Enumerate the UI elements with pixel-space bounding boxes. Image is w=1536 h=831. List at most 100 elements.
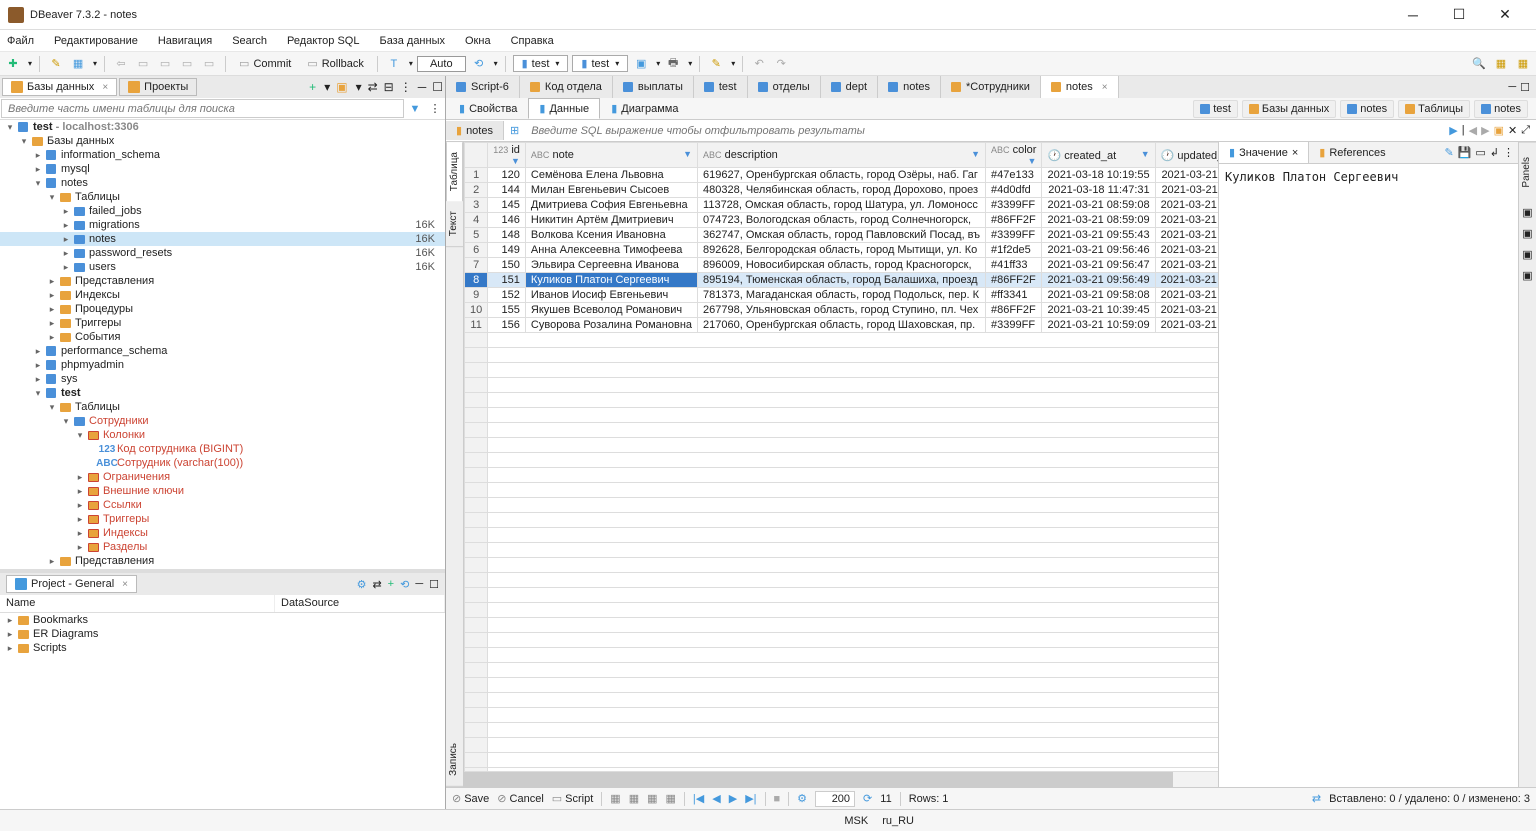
table-row[interactable]: 10155Якушев Всеволод Романович267798, Ул… <box>465 303 1219 318</box>
proj-max-icon[interactable]: ☐ <box>429 578 439 591</box>
tree-item[interactable]: ▸sys <box>0 372 445 386</box>
editor-tab[interactable]: отделы <box>748 76 821 98</box>
tree-item[interactable]: ▸Ссылки <box>0 498 445 512</box>
tab-project-general[interactable]: Project - General× <box>6 575 137 593</box>
col-header[interactable]: 🕐 updated_at▼ <box>1155 143 1218 168</box>
tb-cloud-icon[interactable]: ▣ <box>632 55 650 73</box>
filter-apply-icon[interactable]: ▶ <box>1449 124 1457 137</box>
tree-item[interactable]: ▸migrations16K <box>0 218 445 232</box>
editor-tab[interactable]: notes <box>878 76 941 98</box>
breadcrumb-item[interactable]: Базы данных <box>1242 100 1336 118</box>
vtab-table[interactable]: Таблица <box>446 142 463 201</box>
filter-prev-icon[interactable]: ◀ <box>1469 124 1477 137</box>
tree-item[interactable]: 123Код сотрудника (BIGINT) <box>0 442 445 456</box>
value-content[interactable]: Куликов Платон Сергеевич <box>1219 164 1518 787</box>
datasource-select-2[interactable]: ▮ test ▾ <box>572 55 628 72</box>
breadcrumb-item[interactable]: test <box>1193 100 1238 118</box>
rpanel-menu-icon[interactable]: ⋮ <box>1503 146 1514 159</box>
tree-item[interactable]: ▾test <box>0 386 445 400</box>
tree-max-icon[interactable]: ☐ <box>432 80 443 94</box>
breadcrumb-item[interactable]: Таблицы <box>1398 100 1470 118</box>
proj-min-icon[interactable]: ─ <box>415 578 423 591</box>
tab-databases[interactable]: Базы данных× <box>2 78 117 96</box>
tb-undo-icon[interactable]: ↶ <box>750 55 768 73</box>
tb-icon-3[interactable]: ▭ <box>178 55 196 73</box>
table-row[interactable]: 11156Суворова Розалина Романовна217060, … <box>465 318 1219 333</box>
table-row[interactable]: 5148Волкова Ксения Ивановна362747, Омска… <box>465 228 1219 243</box>
project-item[interactable]: ▸Bookmarks <box>0 613 445 627</box>
tree-item[interactable]: ▾Базы данных <box>0 134 445 148</box>
new-connection-icon[interactable]: ✚ <box>4 55 22 73</box>
refresh-grid-icon[interactable]: ⟳ <box>863 792 872 805</box>
tree-link-icon[interactable]: ⇄ <box>368 80 378 94</box>
tree-item[interactable]: ▾Таблицы <box>0 190 445 204</box>
proj-col-ds[interactable]: DataSource <box>275 595 445 612</box>
tree-item[interactable]: ▸Триггеры <box>0 512 445 526</box>
rpanel-icon-2[interactable]: ▣ <box>1519 223 1536 244</box>
grid-icon-4[interactable]: ▦ <box>666 792 676 805</box>
tb-redo-icon[interactable]: ↷ <box>772 55 790 73</box>
table-row[interactable]: 9152Иванов Иосиф Евгеньевич781373, Магад… <box>465 288 1219 303</box>
grid-icon-3[interactable]: ▦ <box>647 792 657 805</box>
editor-tab[interactable]: Script-6 <box>446 76 520 98</box>
table-row[interactable]: 6149Анна Алексеевна Тимофеева892628, Бел… <box>465 243 1219 258</box>
tree-item[interactable]: ABCСотрудник (varchar(100)) <box>0 456 445 470</box>
col-header[interactable]: 123 id▼ <box>488 143 526 168</box>
rpanel-copy-icon[interactable]: ▭ <box>1475 146 1485 159</box>
tree-search-input[interactable] <box>1 99 404 118</box>
tree-item[interactable]: ▾Колонки <box>0 428 445 442</box>
menu-nav[interactable]: Навигация <box>155 33 215 49</box>
tree-item[interactable]: ▸mysql <box>0 162 445 176</box>
tree-item[interactable]: ▸password_resets16K <box>0 246 445 260</box>
filter-clear-icon[interactable]: ✕ <box>1508 124 1517 137</box>
filter-input[interactable] <box>525 122 1443 140</box>
rpanel-wrap-icon[interactable]: ↲ <box>1490 146 1499 159</box>
result-tab-notes[interactable]: ▮notes <box>446 121 504 140</box>
zoom-icon[interactable]: 🔍 <box>1470 55 1488 73</box>
tree-item[interactable]: ▸Внешние ключи <box>0 484 445 498</box>
save-button[interactable]: ⊘ Save <box>452 792 489 805</box>
database-tree[interactable]: ▾test - localhost:3306▾Базы данных▸infor… <box>0 120 445 569</box>
project-tree[interactable]: ▸Bookmarks▸ER Diagrams▸Scripts <box>0 613 445 809</box>
tree-item[interactable]: ▸performance_schema <box>0 344 445 358</box>
filter-hist-icon[interactable]: | <box>1462 124 1465 137</box>
tree-item[interactable]: ▸users16K <box>0 260 445 274</box>
datasource-select-1[interactable]: ▮ test ▾ <box>513 55 569 72</box>
col-header[interactable]: ABC note▼ <box>525 143 697 168</box>
rpanel-icon-1[interactable]: ▣ <box>1519 202 1536 223</box>
nav-back-icon[interactable]: ⇦ <box>112 55 130 73</box>
tree-item[interactable]: ▸phpmyadmin <box>0 358 445 372</box>
stop-icon[interactable]: ■ <box>774 793 781 805</box>
col-header[interactable]: ABC description▼ <box>698 143 986 168</box>
tree-item[interactable]: ▾Таблицы <box>0 400 445 414</box>
tree-item[interactable]: ▸Представления <box>0 554 445 568</box>
rpanel-icon-3[interactable]: ▣ <box>1519 244 1536 265</box>
editor-tab[interactable]: *Сотрудники <box>941 76 1041 98</box>
tree-collapse-icon[interactable]: ⊟ <box>384 80 394 94</box>
filter-expand-icon[interactable]: ⤢ <box>1521 124 1530 137</box>
tab-projects[interactable]: Проекты <box>119 78 197 96</box>
editor-tab[interactable]: выплаты <box>613 76 694 98</box>
tree-item[interactable]: ▸Триггеры <box>0 316 445 330</box>
filter-expr-icon[interactable]: ⊞ <box>504 124 525 137</box>
table-row[interactable]: 3145Дмитриева София Евгеньевна113728, Ом… <box>465 198 1219 213</box>
table-row[interactable]: 7150Эльвира Сергеевна Иванова896009, Нов… <box>465 258 1219 273</box>
minimize-button[interactable]: ─ <box>1390 0 1436 30</box>
auto-commit-select[interactable]: Auto <box>417 56 466 72</box>
sql-script-icon[interactable]: ▦ <box>69 55 87 73</box>
table-row[interactable]: 4146Никитин Артём Дмитриевич074723, Воло… <box>465 213 1219 228</box>
tree-item[interactable]: ▸failed_jobs <box>0 204 445 218</box>
vtab-text[interactable]: Текст <box>446 201 463 247</box>
rollback-button[interactable]: ▭ Rollback <box>301 55 370 72</box>
maximize-button[interactable]: ☐ <box>1436 0 1482 30</box>
menu-edit[interactable]: Редактирование <box>51 33 141 49</box>
rpanel-save-icon[interactable]: 💾 <box>1458 146 1472 159</box>
menu-file[interactable]: Файл <box>4 33 37 49</box>
tree-item[interactable]: ▸Индексы <box>0 288 445 302</box>
subtab[interactable]: ▮Свойства <box>448 98 528 119</box>
col-header[interactable]: 🕐 created_at▼ <box>1042 143 1155 168</box>
menu-sql[interactable]: Редактор SQL <box>284 33 362 49</box>
last-page-icon[interactable]: ▶| <box>745 792 756 805</box>
menu-db[interactable]: База данных <box>376 33 448 49</box>
table-row[interactable]: 8151Куликов Платон Сергеевич895194, Тюме… <box>465 273 1219 288</box>
